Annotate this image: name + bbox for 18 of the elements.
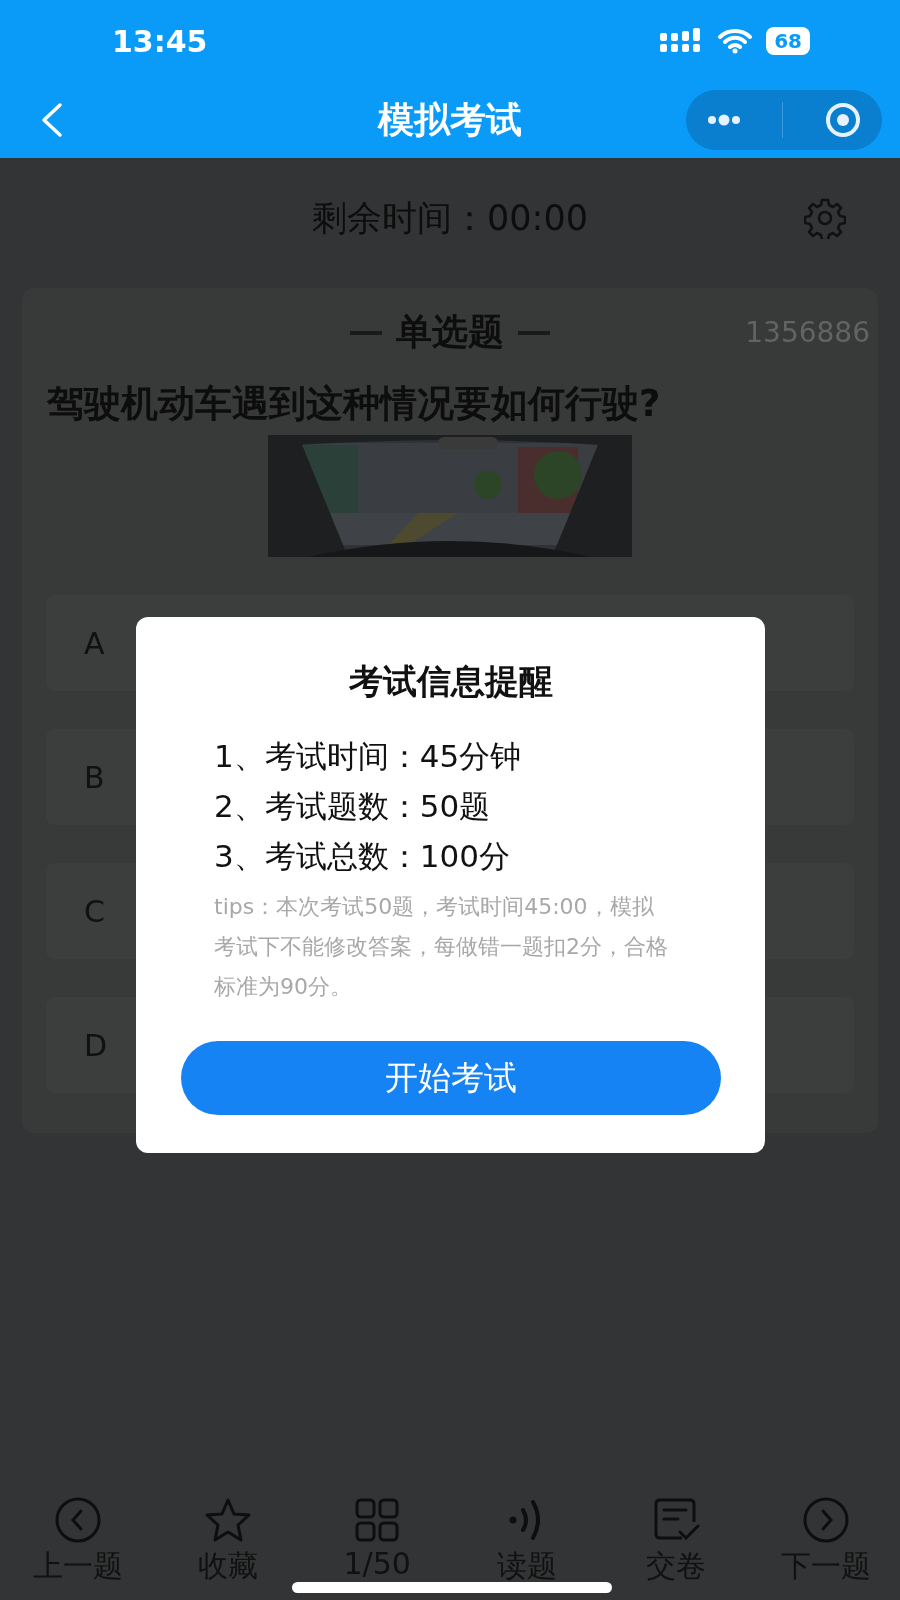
exam-info-item: 1、考试时间：45分钟 bbox=[214, 737, 523, 775]
grid-icon bbox=[353, 1496, 402, 1544]
exam-info-item: 3、考试总数：100分 bbox=[214, 837, 511, 875]
previous-icon bbox=[54, 1496, 102, 1544]
settings-icon[interactable] bbox=[804, 197, 846, 239]
status-time: 13:45 bbox=[112, 23, 208, 59]
tips-text: tips：本次考试50题，考试时间45:00，模拟考试下不能修改答案，每做错一题扣2分，合格标准为90分。 bbox=[214, 893, 669, 1001]
dialog-title: 考试信息提醒 bbox=[348, 660, 553, 703]
wifi-icon bbox=[718, 28, 753, 54]
next-icon bbox=[801, 1496, 850, 1544]
more-icon[interactable] bbox=[706, 114, 741, 126]
close-icon[interactable] bbox=[825, 102, 862, 138]
back-icon[interactable] bbox=[40, 102, 64, 138]
star-icon bbox=[203, 1496, 252, 1544]
start-exam-button[interactable]: 开始考试 bbox=[180, 1041, 721, 1115]
page-title: 模拟考试 bbox=[378, 97, 522, 142]
battery-level: 68 bbox=[766, 27, 810, 55]
exam-info-item: 2、考试题数：50题 bbox=[214, 787, 492, 825]
